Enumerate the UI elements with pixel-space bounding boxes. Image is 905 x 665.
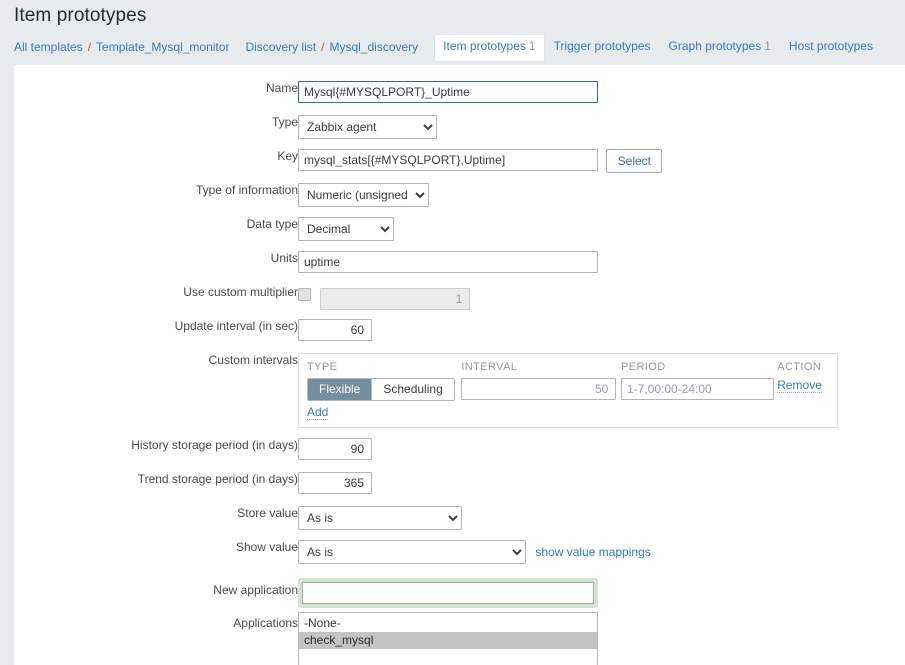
show-value-mappings-link[interactable]: show value mappings [535,545,650,559]
row-applications: Applications -None- check_mysql [14,608,838,665]
custom-intervals-add-row: Add [307,401,829,420]
custom-intervals-table: TYPE INTERVAL PERIOD ACTION Flexible Sch… [307,360,829,420]
row-new-application: New application [14,574,838,608]
row-use-custom-multiplier: Use custom multiplier [14,285,838,319]
row-key: Key Select [14,149,838,183]
tab-strip: All templates / Template_Mysql_monitor D… [0,31,905,61]
tab-graph-prototypes-count: 1 [764,39,771,53]
interval-action-cell: Remove [777,378,829,401]
period-input[interactable] [620,378,774,400]
col-action: ACTION [777,361,822,373]
breadcrumb-all-templates[interactable]: All templates [14,40,83,54]
row-store-value: Store value As is [14,506,838,540]
row-type: Type Zabbix agent [14,115,838,149]
applications-listbox[interactable]: -None- check_mysql [298,612,598,665]
label-store-value: Store value [237,506,298,520]
label-units: Units [270,251,298,265]
tab-item-prototypes-label: Item prototypes [443,39,526,53]
label-custom-intervals: Custom intervals [208,353,298,367]
label-new-application: New application [213,583,298,597]
list-item[interactable]: check_mysql [299,632,597,649]
row-show-value: Show value As is show value mappings [14,540,838,574]
show-value-select[interactable]: As is [298,540,526,564]
tab-trigger-prototypes-label: Trigger prototypes [553,39,651,53]
custom-intervals-box: TYPE INTERVAL PERIOD ACTION Flexible Sch… [298,353,838,428]
tab-host-prototypes[interactable]: Host prototypes [780,34,882,61]
tab-host-prototypes-label: Host prototypes [788,39,873,53]
item-prototype-form-panel: Name Type Zabbix agent Key Select Type o… [14,65,905,665]
key-select-button[interactable]: Select [606,149,663,173]
label-history-storage: History storage period (in days) [131,438,298,452]
breadcrumb-separator: / [87,40,92,54]
label-type: Type [271,115,298,129]
update-interval-input[interactable] [298,319,372,341]
key-input[interactable] [298,149,598,171]
row-units: Units [14,251,838,285]
page-header: Item prototypes [0,0,905,31]
label-name: Name [265,81,298,95]
label-use-custom-multiplier: Use custom multiplier [183,285,298,299]
page-title: Item prototypes [14,5,147,26]
interval-input[interactable] [461,378,617,400]
tab-item-prototypes-count: 1 [528,39,536,53]
breadcrumb-mysql-discovery[interactable]: Mysql_discovery [329,40,418,54]
new-application-highlight [298,578,598,608]
breadcrumb-separator-2: / [321,40,325,54]
row-history-storage: History storage period (in days) [14,438,838,472]
data-type-select[interactable]: Decimal [298,217,394,241]
name-input[interactable] [298,81,598,103]
breadcrumb-discovery: Discovery list / Mysql_discovery [245,40,418,61]
row-data-type: Data type Decimal [14,217,838,251]
row-trend-storage: Trend storage period (in days) [14,472,838,506]
type-of-information-select[interactable]: Numeric (unsigned) [298,183,429,207]
table-row: Flexible Scheduling Remov [307,378,829,401]
units-input[interactable] [298,251,598,273]
tab-graph-prototypes-label: Graph prototypes [668,39,762,53]
spacer [14,428,838,438]
type-select[interactable]: Zabbix agent [298,115,437,139]
row-custom-intervals: Custom intervals TYPE INTERVAL PERIOD AC… [14,353,838,428]
tab-trigger-prototypes[interactable]: Trigger prototypes [545,34,660,61]
col-type: TYPE [307,361,338,373]
store-value-select[interactable]: As is [298,506,462,530]
trend-storage-input[interactable] [298,472,372,494]
label-data-type: Data type [246,217,298,231]
row-spacer [14,428,838,438]
custom-intervals-header-row: TYPE INTERVAL PERIOD ACTION [307,360,829,378]
interval-type-toggle[interactable]: Flexible Scheduling [307,378,455,401]
new-application-input[interactable] [302,582,594,604]
col-interval: INTERVAL [461,361,518,373]
row-type-of-information: Type of information Numeric (unsigned) [14,183,838,217]
breadcrumb-templates: All templates / Template_Mysql_monitor [14,40,229,61]
label-trend-storage: Trend storage period (in days) [137,472,298,486]
row-update-interval: Update interval (in sec) [14,319,838,353]
breadcrumb-template-mysql-monitor[interactable]: Template_Mysql_monitor [96,40,229,54]
interval-type-flexible[interactable]: Flexible [308,379,372,400]
label-show-value: Show value [235,540,298,554]
tab-graph-prototypes[interactable]: Graph prototypes 1 [660,34,780,61]
add-interval-link[interactable]: Add [307,405,329,420]
add-interval-cell: Add [307,401,829,420]
label-applications: Applications [233,616,298,630]
item-prototype-form: Name Type Zabbix agent Key Select Type o… [14,81,838,665]
breadcrumb-discovery-list[interactable]: Discovery list [245,40,316,54]
label-update-interval: Update interval (in sec) [174,319,298,333]
period-value-cell [620,378,777,401]
col-period: PERIOD [620,361,666,373]
remove-interval-link[interactable]: Remove [777,378,822,393]
use-custom-multiplier-checkbox[interactable] [298,288,311,301]
label-type-of-information: Type of information [195,183,298,197]
interval-type-scheduling[interactable]: Scheduling [371,379,454,400]
row-name: Name [14,81,838,115]
interval-value-cell [461,378,621,401]
tab-item-prototypes[interactable]: Item prototypes 1 [434,34,545,61]
label-key: Key [277,149,298,163]
list-item[interactable]: -None- [299,615,597,632]
interval-type-cell: Flexible Scheduling [307,378,461,401]
history-storage-input[interactable] [298,438,372,460]
custom-multiplier-input [320,288,471,310]
